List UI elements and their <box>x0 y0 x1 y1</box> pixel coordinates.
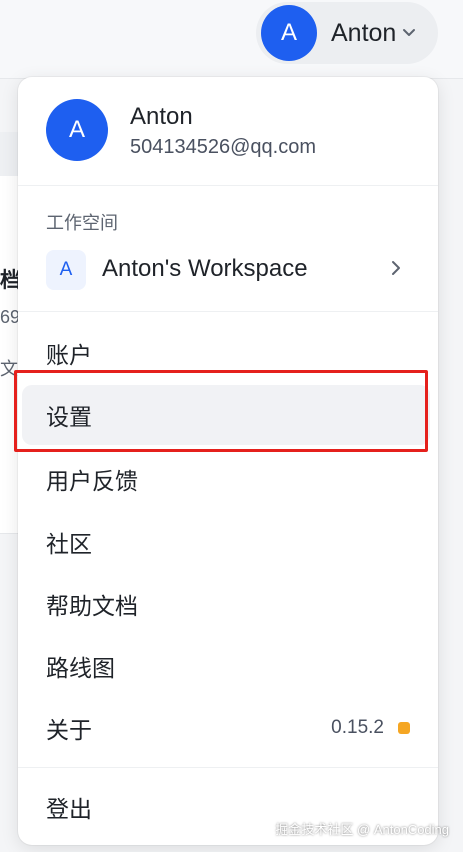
version-info: 0.15.2 <box>331 717 410 739</box>
menu-item-label: 路线图 <box>46 655 115 681</box>
menu-item-label: 帮助文档 <box>46 593 138 619</box>
user-name: Anton <box>331 18 397 47</box>
background-strip <box>0 132 20 176</box>
menu-item-label: 社区 <box>46 531 92 557</box>
menu-item-help-docs[interactable]: 帮助文档 <box>18 576 438 632</box>
chevron-down-icon <box>402 25 416 43</box>
workspace-avatar: A <box>46 250 86 290</box>
menu-divider <box>18 767 438 768</box>
profile-avatar: A <box>46 99 108 161</box>
chevron-right-icon <box>390 259 402 282</box>
menu-item-label: 登出 <box>46 796 92 822</box>
workspace-switcher[interactable]: A Anton's Workspace <box>18 243 438 297</box>
menu-item-roadmap[interactable]: 路线图 <box>18 638 438 694</box>
watermark: 掘金技术社区 @ AntonCoding <box>275 822 449 837</box>
menu-item-label: 关于 <box>46 717 92 743</box>
user-dropdown-menu: A Anton 504134526@qq.com 工作空间 A Anton's … <box>18 77 438 845</box>
menu-item-account[interactable]: 账户 <box>18 325 438 381</box>
profile-name: Anton <box>130 103 193 130</box>
menu-item-label: 账户 <box>46 342 92 368</box>
menu-item-label: 设置 <box>46 404 92 430</box>
profile-header: A Anton 504134526@qq.com <box>18 77 438 186</box>
avatar: A <box>261 5 317 61</box>
user-menu-trigger[interactable]: A Anton <box>256 2 438 64</box>
menu-item-about[interactable]: 关于 0.15.2 <box>18 700 438 756</box>
menu-item-label: 用户反馈 <box>46 468 138 494</box>
menu-item-settings[interactable]: 设置 <box>22 385 430 445</box>
profile-email: 504134526@qq.com <box>130 136 316 158</box>
workspace-section: 工作空间 A Anton's Workspace <box>18 185 438 312</box>
top-bar: A Anton <box>0 0 463 79</box>
version-number: 0.15.2 <box>331 717 384 738</box>
workspace-name: Anton's Workspace <box>102 255 308 282</box>
menu-item-feedback[interactable]: 用户反馈 <box>18 451 438 507</box>
update-dot-icon <box>398 722 410 734</box>
menu-item-community[interactable]: 社区 <box>18 514 438 570</box>
workspace-heading: 工作空间 <box>46 213 118 233</box>
